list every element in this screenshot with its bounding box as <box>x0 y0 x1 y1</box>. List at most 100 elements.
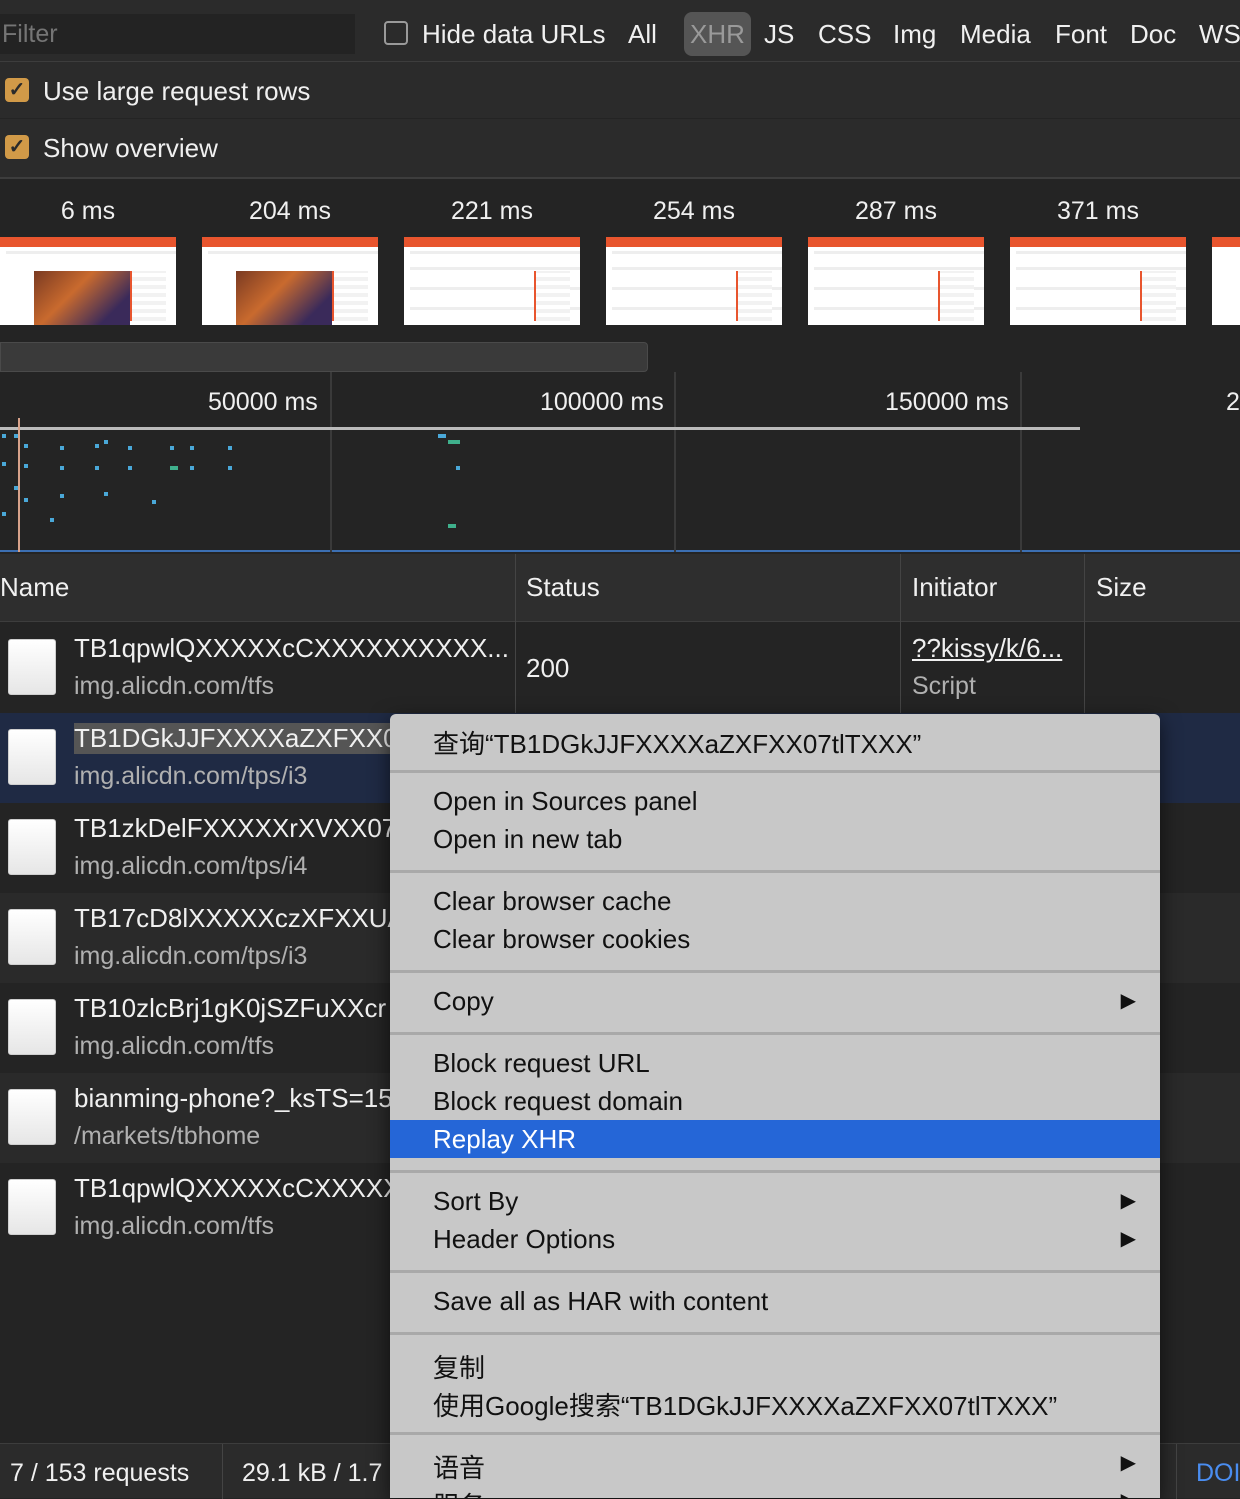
menu-separator <box>390 870 1160 873</box>
initiator-link[interactable]: ??kissy/k/6... <box>912 633 1062 664</box>
dom-content-loaded-link[interactable]: DOI <box>1196 1459 1240 1488</box>
menu-item-clear-cache[interactable]: Clear browser cache <box>390 882 1160 920</box>
request-domain: img.alicdn.com/tfs <box>74 1212 275 1240</box>
menu-item-label: Header Options <box>433 1224 616 1254</box>
submenu-arrow-icon: ▶ <box>1120 1190 1136 1212</box>
type-filter-js[interactable]: JS <box>764 19 794 50</box>
request-dot <box>438 434 446 438</box>
menu-item-lookup[interactable]: 查询“TB1DGkJJFXXXXaZXFXX07tlTXXX” <box>390 720 1160 759</box>
initiator-type: Script <box>912 672 976 700</box>
type-filter-doc[interactable]: Doc <box>1130 19 1176 50</box>
file-icon <box>8 729 56 785</box>
request-domain: img.alicdn.com/tps/i3 <box>74 762 308 790</box>
frame-thumbnail[interactable] <box>0 237 176 325</box>
frame-thumbnail[interactable] <box>1010 237 1186 325</box>
timeline-tick: 150000 ms <box>885 388 1009 416</box>
request-dot <box>24 498 28 502</box>
file-icon <box>8 999 56 1055</box>
request-dot <box>190 466 194 470</box>
request-dot <box>2 434 6 438</box>
frame-thumbnail[interactable] <box>404 237 580 325</box>
request-dot <box>128 446 132 450</box>
large-rows-checkbox[interactable]: ✓ <box>5 78 29 102</box>
request-name: TB10zlcBrj1gK0jSZFuXXcr <box>74 993 387 1023</box>
menu-item-services[interactable]: 服务 ▶ <box>390 1482 1160 1498</box>
frame-thumbnail[interactable] <box>1212 237 1240 325</box>
column-header-status[interactable]: Status <box>526 572 600 603</box>
frame-thumbnail[interactable] <box>606 237 782 325</box>
request-name: TB17cD8lXXXXXczXFXXUA <box>74 903 405 933</box>
menu-item-block-domain[interactable]: Block request domain <box>390 1082 1160 1120</box>
type-filter-ws[interactable]: WS <box>1199 19 1240 50</box>
column-header-name[interactable]: Name <box>0 572 69 603</box>
menu-separator <box>390 1170 1160 1173</box>
request-dot <box>128 466 132 470</box>
file-icon <box>8 1179 56 1235</box>
menu-item-copy-cn[interactable]: 复制 <box>390 1344 1160 1383</box>
menu-item-header-options[interactable]: Header Options ▶ <box>390 1220 1160 1258</box>
file-icon <box>8 1089 56 1145</box>
request-dot <box>2 462 6 466</box>
menu-item-open-in-sources[interactable]: Open in Sources panel <box>390 782 1160 820</box>
frame-time: 204 ms <box>249 197 331 225</box>
filter-input[interactable] <box>0 14 355 54</box>
grid-line <box>674 372 676 552</box>
menu-item-google-search[interactable]: 使用Google搜索“TB1DGkJJFXXXXaZXFXX07tlTXXX” <box>390 1382 1160 1421</box>
column-header-initiator[interactable]: Initiator <box>912 572 997 603</box>
show-overview-checkbox[interactable]: ✓ <box>5 135 29 159</box>
frame-time: 287 ms <box>855 197 937 225</box>
type-filter-xhr[interactable]: XHR <box>684 12 751 56</box>
request-dot <box>50 518 54 522</box>
timeline-overview[interactable]: 50000 ms 100000 ms 150000 ms 2 <box>0 372 1240 552</box>
request-dot <box>228 446 232 450</box>
menu-item-speech[interactable]: 语音 ▶ <box>390 1444 1160 1483</box>
request-dot <box>14 486 18 490</box>
request-dot <box>95 444 99 448</box>
option-large-rows: ✓ Use large request rows <box>0 62 1240 118</box>
frame-thumbnail[interactable] <box>202 237 378 325</box>
table-row[interactable]: TB1qpwlQXXXXXcCXXXXXXXXXX... img.alicdn.… <box>0 623 1240 713</box>
request-dot <box>448 440 460 444</box>
grid-line <box>330 372 332 552</box>
frame-thumbnail[interactable] <box>808 237 984 325</box>
request-name: bianming-phone?_ksTS=15 <box>74 1083 393 1113</box>
submenu-arrow-icon: ▶ <box>1121 1488 1136 1498</box>
request-dot <box>60 494 64 498</box>
timeline-tick: 2 <box>1226 388 1240 416</box>
column-header-size[interactable]: Size <box>1096 572 1147 603</box>
show-overview-label: Show overview <box>43 133 218 163</box>
menu-item-replay-xhr[interactable]: Replay XHR <box>390 1120 1160 1158</box>
type-filter-all[interactable]: All <box>628 19 657 50</box>
request-dot <box>456 466 460 470</box>
request-domain: img.alicdn.com/tfs <box>74 672 275 700</box>
status-divider <box>222 1444 223 1499</box>
menu-item-open-in-new-tab[interactable]: Open in new tab <box>390 820 1160 858</box>
menu-separator <box>390 1332 1160 1335</box>
menu-item-save-har[interactable]: Save all as HAR with content <box>390 1282 1160 1320</box>
status-divider <box>1176 1444 1177 1499</box>
frame-time: 371 ms <box>1057 197 1139 225</box>
menu-item-label: 语音 <box>433 1453 486 1483</box>
context-menu: 查询“TB1DGkJJFXXXXaZXFXX07tlTXXX” Open in … <box>390 714 1160 1498</box>
request-dot <box>190 446 194 450</box>
hide-data-urls-checkbox[interactable] <box>384 21 408 45</box>
frame-time: 221 ms <box>451 197 533 225</box>
request-dot <box>24 464 28 468</box>
request-dot <box>60 446 64 450</box>
menu-item-sort-by[interactable]: Sort By ▶ <box>390 1182 1160 1220</box>
request-domain: img.alicdn.com/tps/i3 <box>74 942 308 970</box>
request-dot <box>228 466 232 470</box>
type-filter-img[interactable]: Img <box>893 19 936 50</box>
request-dot <box>448 524 456 528</box>
grid-line <box>1020 372 1022 552</box>
type-filter-css[interactable]: CSS <box>818 19 871 50</box>
filmstrip-scrollbar[interactable] <box>0 342 648 372</box>
menu-item-copy[interactable]: Copy ▶ <box>390 982 1160 1020</box>
submenu-arrow-icon: ▶ <box>1120 1228 1136 1250</box>
type-filter-font[interactable]: Font <box>1055 19 1107 50</box>
type-filter-media[interactable]: Media <box>960 19 1031 50</box>
menu-item-block-url[interactable]: Block request URL <box>390 1044 1160 1082</box>
request-dot <box>2 512 6 516</box>
filter-toolbar: Hide data URLs All XHR JS CSS Img Media … <box>0 0 1240 62</box>
menu-item-clear-cookies[interactable]: Clear browser cookies <box>390 920 1160 958</box>
